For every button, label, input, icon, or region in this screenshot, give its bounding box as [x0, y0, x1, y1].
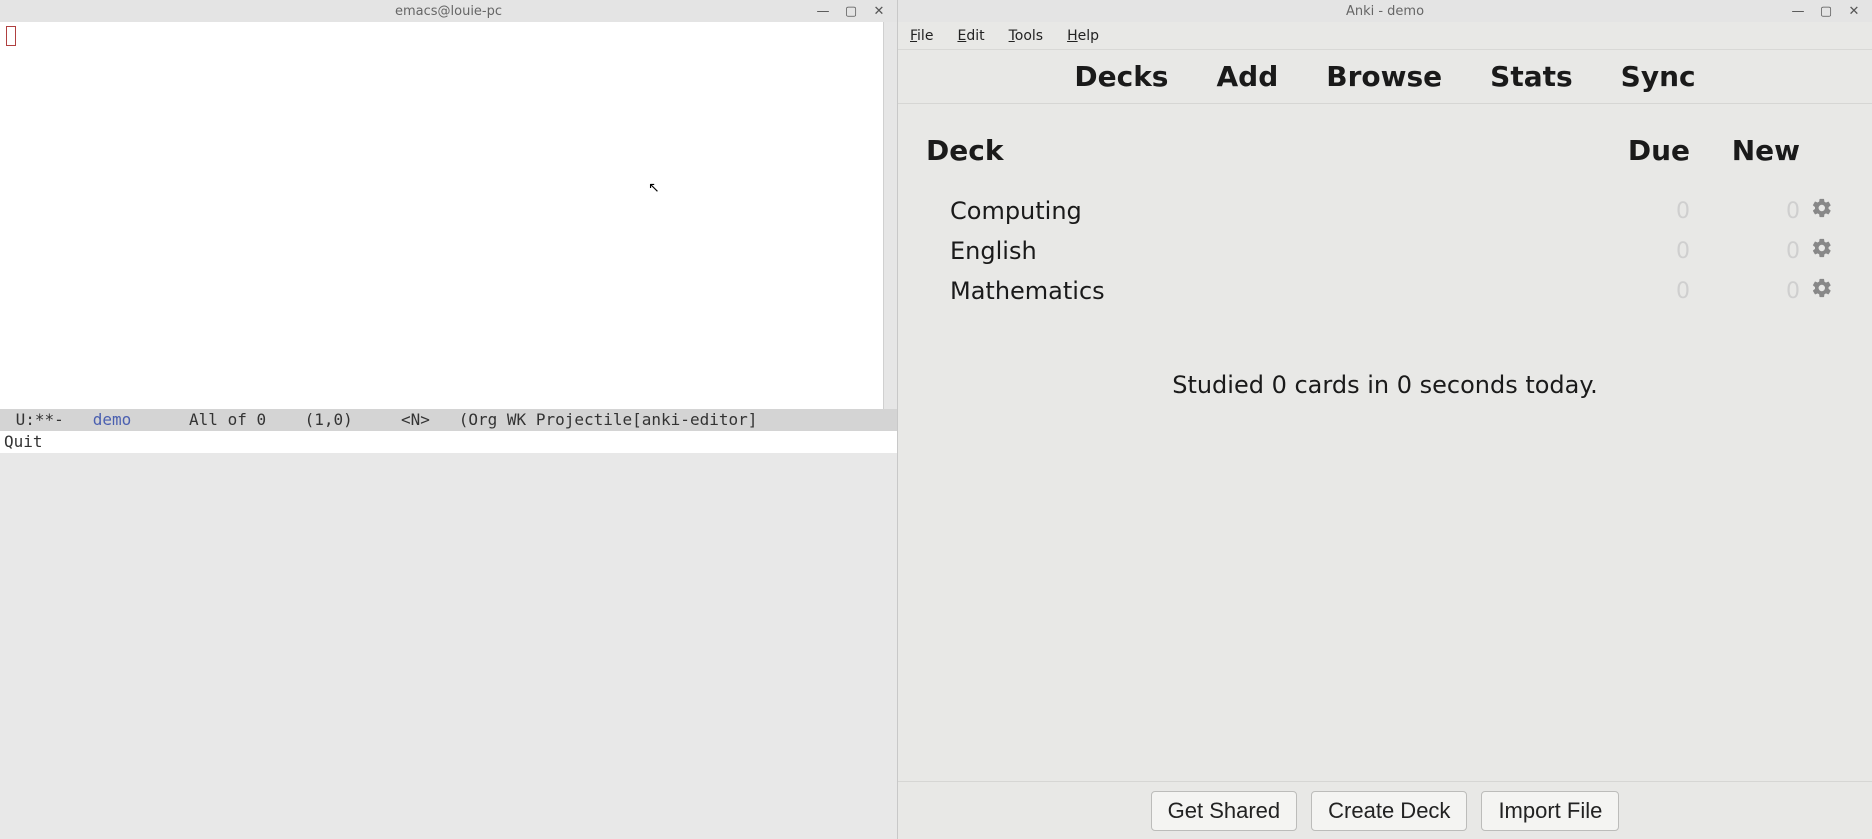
deck-new: 0 [1690, 199, 1800, 224]
emacs-minibuffer[interactable]: Quit [0, 431, 897, 453]
modeline-prefix: U:**- [6, 410, 93, 429]
tab-add[interactable]: Add [1216, 60, 1278, 93]
anki-footer: Get Shared Create Deck Import File [898, 781, 1872, 839]
anki-window: Anki - demo — ▢ ✕ File Edit Tools Help D… [898, 0, 1872, 839]
gear-icon[interactable] [1811, 237, 1833, 259]
deck-name[interactable]: Computing [926, 197, 1590, 225]
anki-menubar: File Edit Tools Help [898, 22, 1872, 50]
menu-file[interactable]: File [910, 28, 933, 44]
tab-stats[interactable]: Stats [1490, 60, 1573, 93]
create-deck-button[interactable]: Create Deck [1311, 791, 1467, 831]
tab-decks[interactable]: Decks [1074, 60, 1168, 93]
deck-row: Mathematics 0 0 [926, 271, 1844, 311]
deck-new: 0 [1690, 239, 1800, 264]
import-file-button[interactable]: Import File [1481, 791, 1619, 831]
minimize-icon[interactable]: — [1784, 1, 1812, 21]
modeline-buffer-name: demo [93, 410, 132, 429]
gear-icon[interactable] [1811, 277, 1833, 299]
deck-list-header: Deck Due New [926, 128, 1844, 191]
tab-browse[interactable]: Browse [1326, 60, 1442, 93]
gear-icon[interactable] [1811, 197, 1833, 219]
menu-edit[interactable]: Edit [957, 28, 984, 44]
emacs-scrollbar[interactable] [883, 22, 897, 409]
maximize-icon[interactable]: ▢ [837, 1, 865, 21]
close-icon[interactable]: ✕ [865, 1, 893, 21]
deck-row: Computing 0 0 [926, 191, 1844, 231]
deck-name[interactable]: Mathematics [926, 277, 1590, 305]
deck-due: 0 [1590, 199, 1690, 224]
tab-sync[interactable]: Sync [1621, 60, 1696, 93]
emacs-titlebar[interactable]: emacs@louie-pc — ▢ ✕ [0, 0, 897, 22]
menu-help[interactable]: Help [1067, 28, 1099, 44]
deck-due: 0 [1590, 239, 1690, 264]
minibuffer-text: Quit [4, 432, 43, 451]
anki-toolbar: Decks Add Browse Stats Sync [898, 50, 1872, 104]
header-deck: Deck [926, 134, 1590, 167]
anki-titlebar[interactable]: Anki - demo — ▢ ✕ [898, 0, 1872, 22]
deck-new: 0 [1690, 279, 1800, 304]
deck-row: English 0 0 [926, 231, 1844, 271]
anki-title: Anki - demo [898, 4, 1872, 19]
maximize-icon[interactable]: ▢ [1812, 1, 1840, 21]
minimize-icon[interactable]: — [809, 1, 837, 21]
emacs-title: emacs@louie-pc [0, 4, 897, 19]
study-status: Studied 0 cards in 0 seconds today. [926, 371, 1844, 399]
modeline-suffix: All of 0 (1,0) <N> (Org WK Projectile[an… [131, 410, 757, 429]
anki-deck-list: Deck Due New Computing 0 0 English 0 0 M… [898, 104, 1872, 781]
emacs-window: emacs@louie-pc — ▢ ✕ ↖ U:**- demo All of… [0, 0, 898, 839]
header-due: Due [1590, 134, 1690, 167]
menu-tools[interactable]: Tools [1009, 28, 1044, 44]
header-new: New [1690, 134, 1800, 167]
emacs-buffer[interactable]: ↖ [0, 22, 883, 409]
get-shared-button[interactable]: Get Shared [1151, 791, 1298, 831]
emacs-cursor [6, 26, 16, 46]
deck-due: 0 [1590, 279, 1690, 304]
close-icon[interactable]: ✕ [1840, 1, 1868, 21]
mouse-pointer-icon: ↖ [648, 180, 660, 196]
deck-name[interactable]: English [926, 237, 1590, 265]
emacs-modeline[interactable]: U:**- demo All of 0 (1,0) <N> (Org WK Pr… [0, 409, 897, 431]
